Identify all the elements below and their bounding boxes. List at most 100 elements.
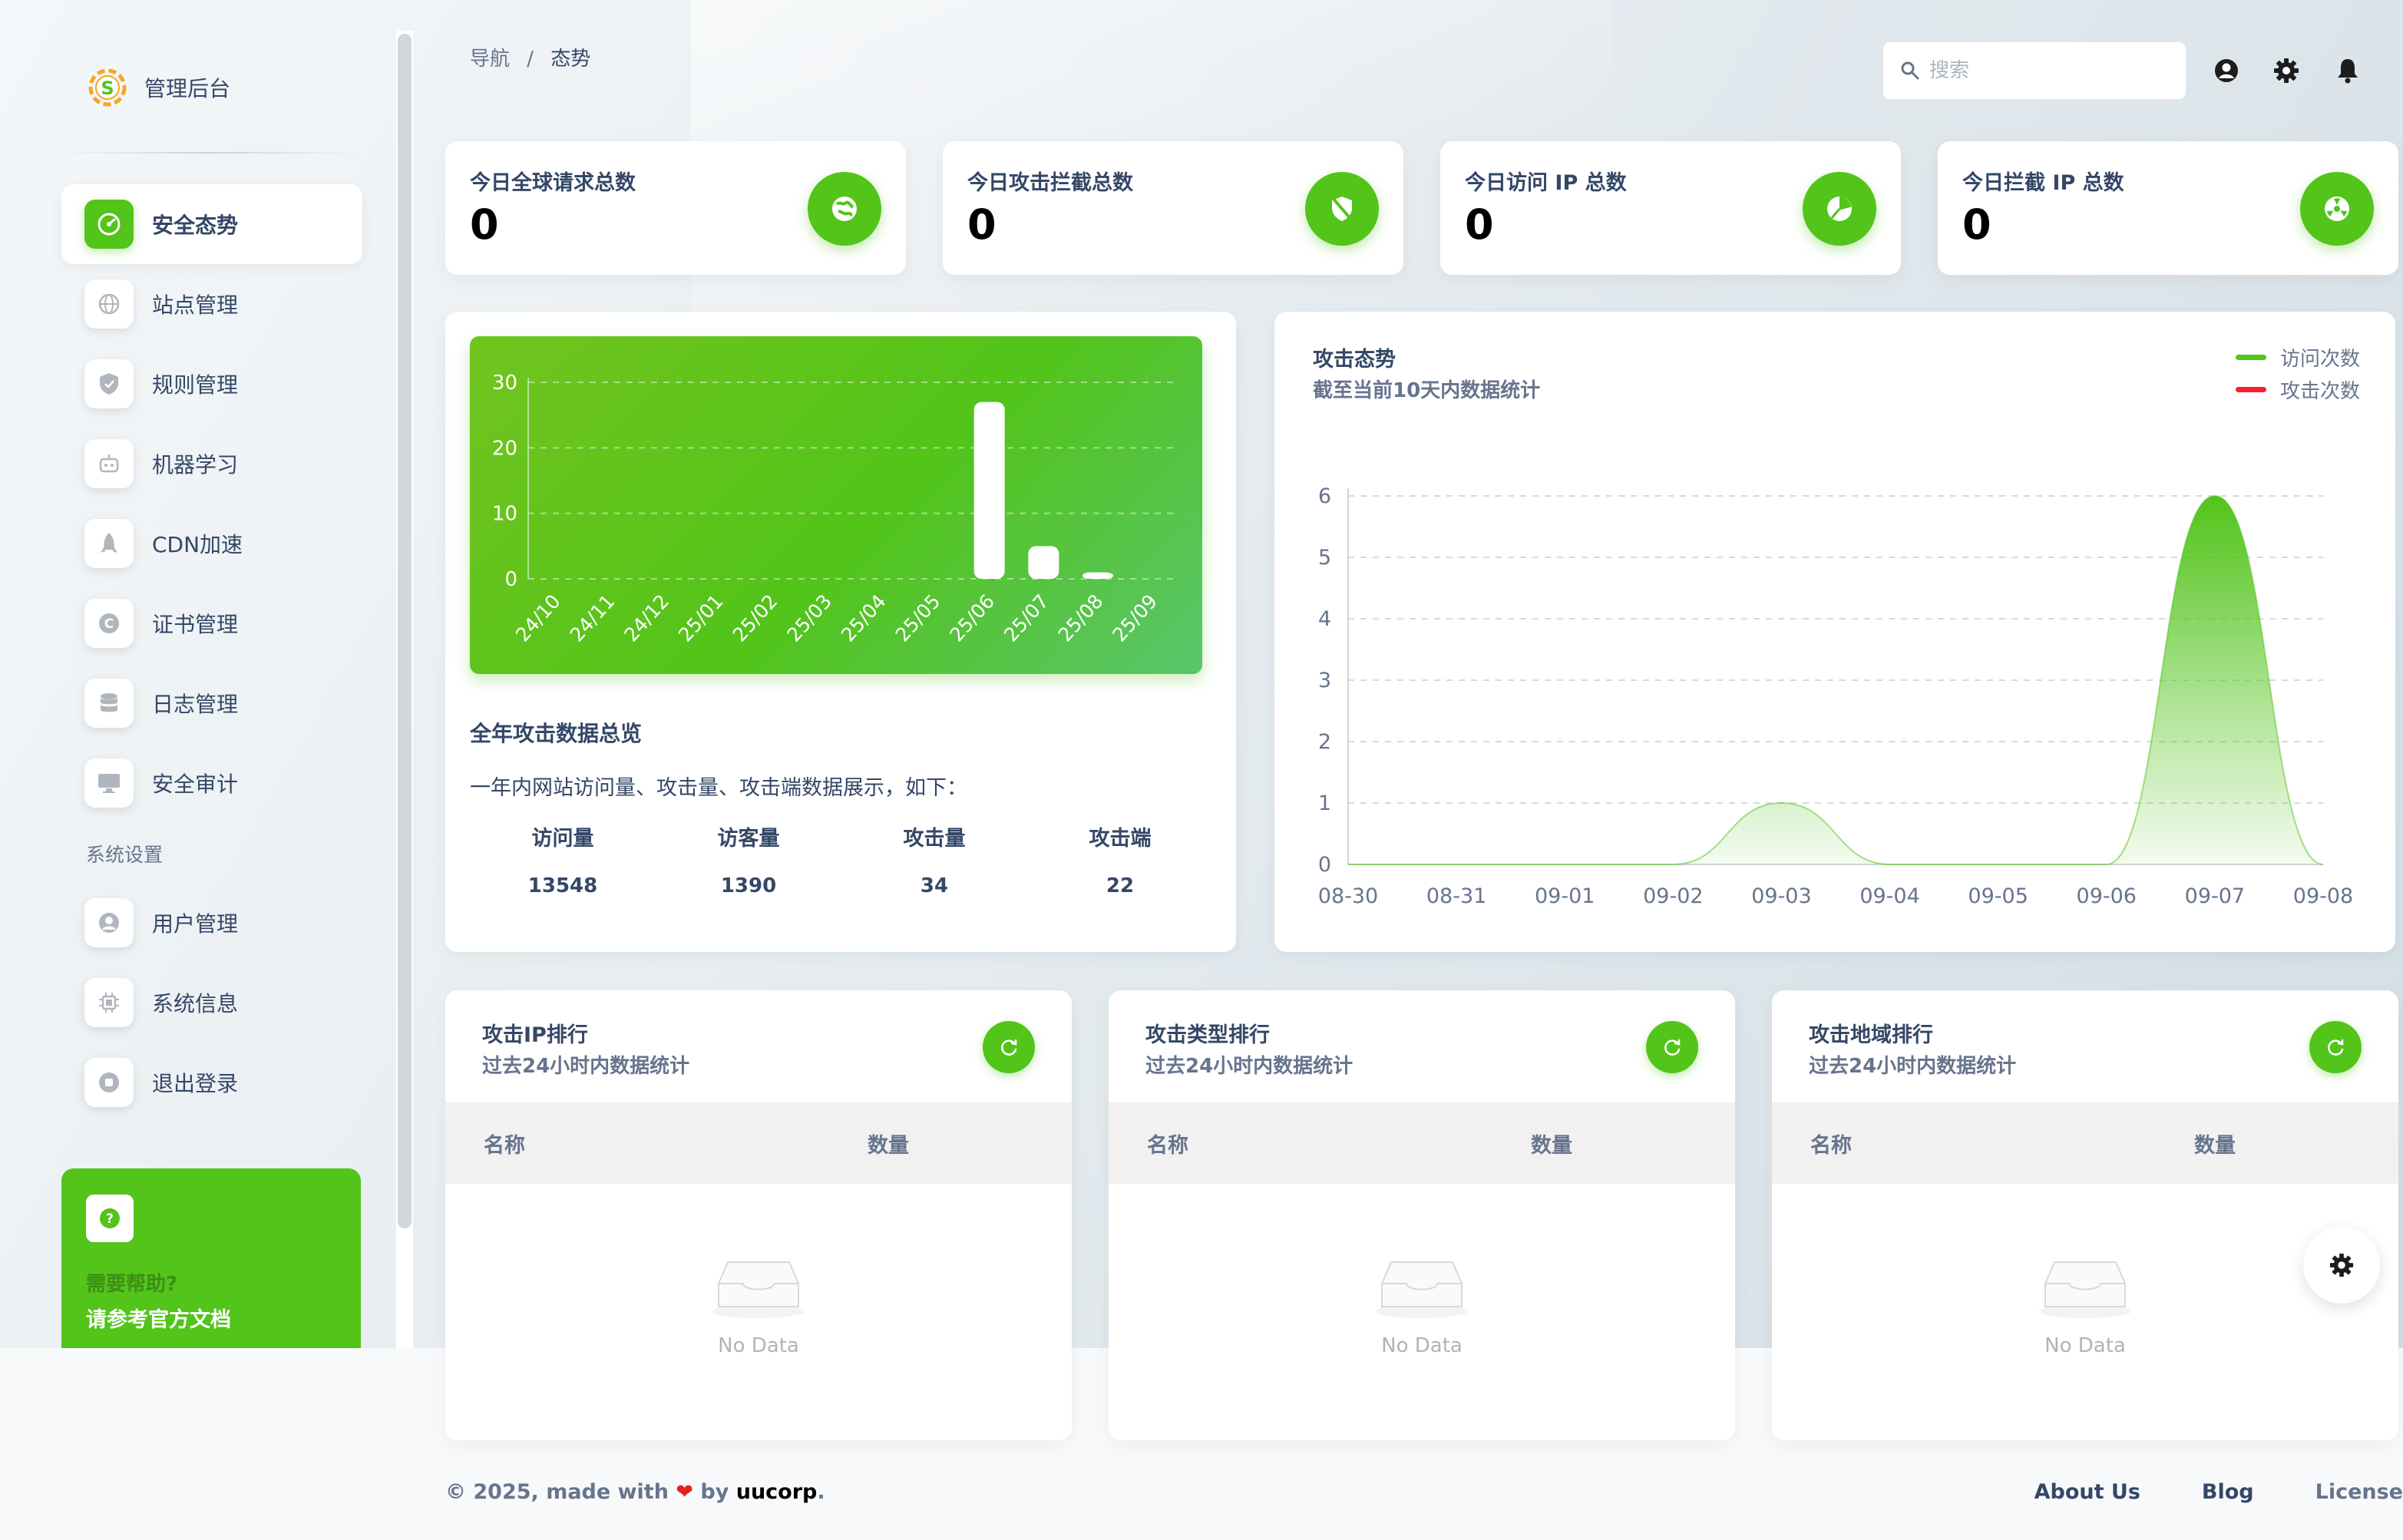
refresh-button[interactable] bbox=[2309, 1021, 2362, 1073]
sidebar-item-label: 证书管理 bbox=[152, 612, 239, 637]
sidebar-item-certificates[interactable]: C 证书管理 bbox=[61, 583, 362, 663]
help-docs-link[interactable]: 请参考官方文档 bbox=[86, 1303, 336, 1333]
bar-x-tick-label: 25/05 bbox=[891, 590, 945, 646]
refresh-button[interactable] bbox=[983, 1021, 1035, 1073]
yearly-stat-value: 22 bbox=[1106, 874, 1135, 897]
bar-x-tick-label: 25/06 bbox=[945, 590, 999, 646]
column-header-name[interactable]: 名称 bbox=[1147, 1129, 1188, 1158]
sidebar-item-audit[interactable]: 安全审计 bbox=[61, 743, 362, 823]
pie-chart-icon bbox=[1803, 172, 1876, 246]
search-input[interactable] bbox=[1929, 59, 2175, 82]
yearly-stat-attacks: 攻击量 34 bbox=[841, 821, 1027, 897]
floating-settings-button[interactable] bbox=[2303, 1227, 2380, 1304]
yearly-stat-attackers: 攻击端 22 bbox=[1027, 821, 1213, 897]
sidebar-item-users[interactable]: 用户管理 bbox=[61, 883, 362, 963]
table-header: 名称 数量 bbox=[445, 1102, 1072, 1184]
sidebar-scrollbar-thumb[interactable] bbox=[398, 34, 412, 1228]
bar-x-tick-label: 25/02 bbox=[729, 590, 782, 646]
monitor-icon bbox=[84, 758, 134, 808]
certificate-icon: C bbox=[84, 599, 134, 648]
settings-gear-icon bbox=[2329, 1253, 2354, 1277]
breadcrumb: 导航 / 态势 bbox=[470, 43, 590, 71]
sidebar-item-rules[interactable]: 规则管理 bbox=[61, 344, 362, 424]
sidebar-item-label: 安全审计 bbox=[152, 772, 239, 797]
sidebar-item-security-overview[interactable]: 安全态势 bbox=[61, 184, 362, 264]
breadcrumb-item-current: 态势 bbox=[550, 48, 591, 71]
empty-inbox-icon bbox=[2039, 1261, 2131, 1318]
bar bbox=[1083, 572, 1113, 579]
rank-card-attack-type: 攻击类型排行 过去24小时内数据统计 名称 数量 No Data bbox=[1109, 990, 1735, 1440]
brand-logo-icon: S bbox=[88, 68, 127, 107]
yearly-overview-card: 0 10 20 30 24/10 24/11 24/12 25/01 25/02 25/03 25/… bbox=[445, 312, 1236, 952]
brand-divider bbox=[61, 152, 356, 154]
rank-subtitle: 过去24小时内数据统计 bbox=[1809, 1055, 2017, 1078]
trend-x-tick-label: 09-06 bbox=[2077, 884, 2137, 908]
rank-subtitle: 过去24小时内数据统计 bbox=[482, 1055, 690, 1078]
yearly-stat-visits: 访问量 13548 bbox=[470, 821, 656, 897]
sidebar-item-cdn[interactable]: CDN加速 bbox=[61, 504, 362, 583]
robot-icon bbox=[84, 439, 134, 488]
speedometer-icon bbox=[84, 200, 134, 249]
column-header-count[interactable]: 数量 bbox=[868, 1129, 909, 1158]
trend-x-tick-label: 09-07 bbox=[2185, 884, 2245, 908]
stop-circle-icon bbox=[84, 1058, 134, 1107]
search-icon bbox=[1901, 61, 1919, 80]
sidebar-item-label: CDN加速 bbox=[152, 532, 243, 557]
rank-title: 攻击地域排行 bbox=[1809, 1023, 1933, 1047]
breadcrumb-item-nav[interactable]: 导航 bbox=[470, 48, 510, 71]
column-header-count[interactable]: 数量 bbox=[1531, 1129, 1572, 1158]
bar-y-tick-label: 0 bbox=[504, 568, 517, 591]
sidebar-item-system-info[interactable]: 系统信息 bbox=[61, 963, 362, 1043]
bar bbox=[1028, 546, 1059, 579]
bar-x-tick-label: 25/09 bbox=[1108, 590, 1162, 646]
help-card[interactable]: ? 需要帮助? 请参考官方文档 bbox=[61, 1168, 361, 1348]
bar-x-tick-label: 24/10 bbox=[511, 590, 565, 646]
radiation-icon bbox=[2300, 172, 2374, 246]
yearly-stat-label: 访问量 bbox=[531, 827, 594, 851]
table-header: 名称 数量 bbox=[1772, 1102, 2398, 1184]
bar-x-tick-label: 24/12 bbox=[620, 590, 673, 646]
settings-gear-icon[interactable] bbox=[2271, 55, 2302, 86]
column-header-count[interactable]: 数量 bbox=[2194, 1129, 2236, 1158]
bar-x-tick-label: 25/01 bbox=[674, 590, 728, 646]
footer-link-about[interactable]: About Us bbox=[2034, 1480, 2140, 1504]
series-area-visits bbox=[1348, 496, 2323, 864]
trend-y-tick-label: 6 bbox=[1318, 484, 1331, 508]
account-icon[interactable] bbox=[2211, 55, 2242, 86]
sidebar-item-machine-learning[interactable]: 机器学习 bbox=[61, 424, 362, 504]
trend-y-tick-label: 5 bbox=[1318, 546, 1331, 570]
bar-x-tick-label: 24/11 bbox=[566, 590, 620, 646]
footer-by: by bbox=[700, 1480, 729, 1504]
sidebar-item-logout[interactable]: 退出登录 bbox=[61, 1043, 362, 1122]
help-icon: ? bbox=[86, 1195, 134, 1242]
column-header-name[interactable]: 名称 bbox=[1810, 1129, 1852, 1158]
footer-link-blog[interactable]: Blog bbox=[2202, 1480, 2254, 1504]
refresh-button[interactable] bbox=[1646, 1021, 1698, 1073]
globe-icon bbox=[808, 172, 881, 246]
breadcrumb-separator: / bbox=[527, 48, 534, 71]
trend-x-tick-label: 09-03 bbox=[1751, 884, 1811, 908]
monthly-bar-chart: 010203024/10 24/11 24/12 25/01 25/02 25/03 25/… bbox=[492, 372, 1179, 646]
trend-y-tick-label: 3 bbox=[1318, 669, 1331, 692]
trend-x-tick-label: 09-02 bbox=[1643, 884, 1703, 908]
stat-card-visit-ips: 今日访问 IP 总数 0 bbox=[1440, 141, 1901, 275]
monthly-bar-chart-panel: 0 10 20 30 24/10 24/11 24/12 25/01 25/02 25/03 25/… bbox=[470, 336, 1202, 674]
brand[interactable]: S 管理后台 bbox=[86, 66, 230, 109]
svg-text:S: S bbox=[101, 78, 114, 99]
attack-trend-card: 攻击态势 截至当前10天内数据统计 访问次数 攻击次数 0 1 2 3 4 5 6 08-30… bbox=[1274, 312, 2395, 952]
footer-link-license[interactable]: License bbox=[2315, 1480, 2403, 1504]
column-header-name[interactable]: 名称 bbox=[484, 1129, 525, 1158]
bar-x-tick-label: 25/07 bbox=[1000, 590, 1053, 646]
footer-copyright: © 2025, made with ❤ by uucorp. bbox=[445, 1480, 825, 1504]
sidebar-item-label: 安全态势 bbox=[152, 213, 239, 238]
bar-x-tick-label: 25/04 bbox=[837, 590, 891, 646]
sidebar-item-sites[interactable]: 站点管理 bbox=[61, 264, 362, 344]
rocket-icon bbox=[84, 519, 134, 568]
sidebar-item-logs[interactable]: 日志管理 bbox=[61, 663, 362, 743]
attack-trend-chart: 0 1 2 3 4 5 6 08-30 08-31 09-01 09-02 09-03 09-04 09-… bbox=[1318, 484, 2353, 908]
empty-inbox-icon bbox=[712, 1261, 805, 1318]
bell-icon[interactable] bbox=[2332, 55, 2363, 86]
empty-text: No Data bbox=[1381, 1334, 1463, 1357]
footer-brand-link[interactable]: uucorp bbox=[736, 1480, 818, 1504]
yearly-stat-label: 访客量 bbox=[717, 827, 780, 851]
